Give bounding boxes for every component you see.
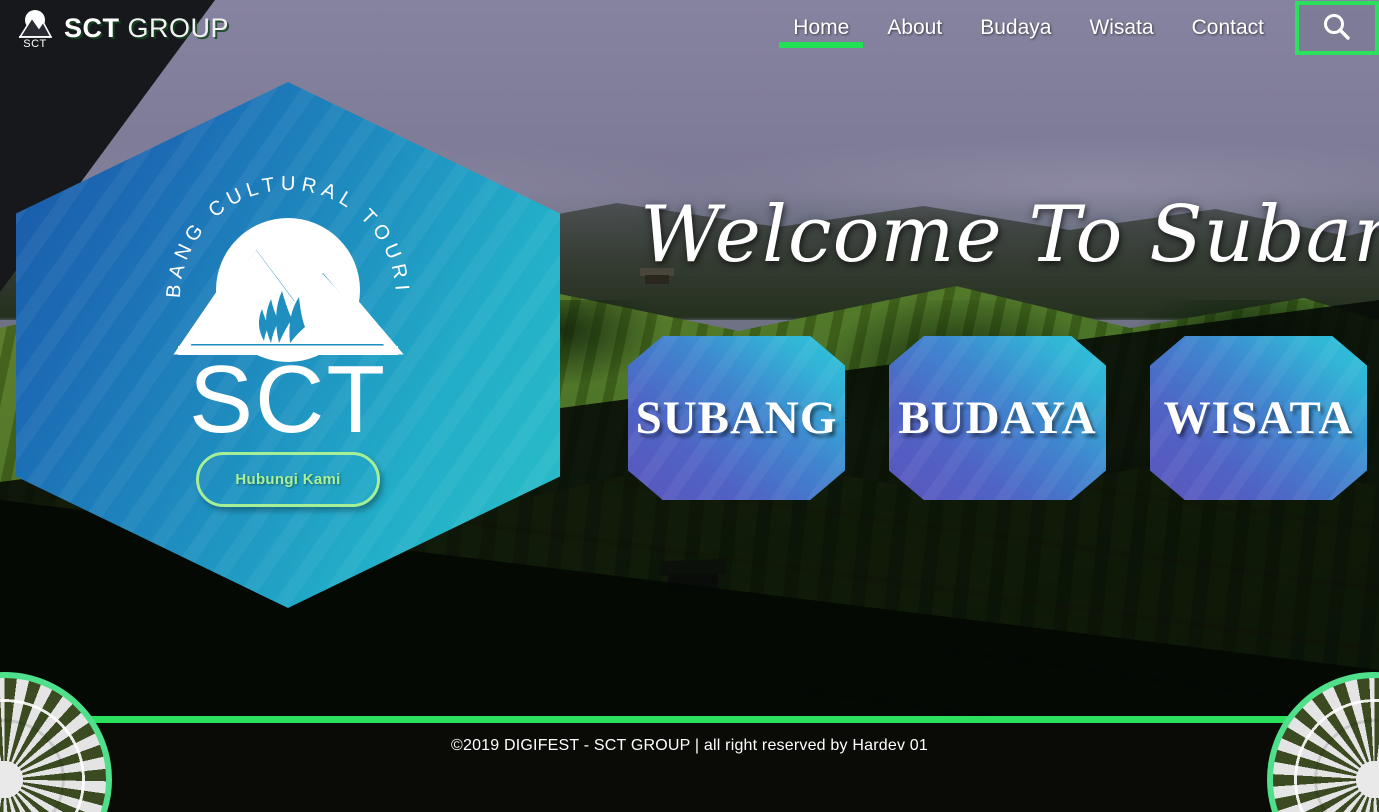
card-wisata[interactable]: WISATA — [1150, 336, 1367, 500]
nav-item-about[interactable]: About — [868, 0, 961, 56]
nav-item-budaya[interactable]: Budaya — [961, 0, 1070, 56]
site-header: SCT SCT GROUP Home About Budaya Wisata C… — [0, 0, 1379, 56]
category-card-list: SUBANG BUDAYA WISATA — [628, 336, 1368, 500]
card-subang[interactable]: SUBANG — [628, 336, 845, 500]
sct-circular-emblem-icon: SUBANG CULTURAL TOURISM SCT — [138, 138, 408, 438]
main-navigation: Home About Budaya Wisata Contact — [774, 0, 1379, 56]
site-footer: ©2019 DIGIFEST - SCT GROUP | all right r… — [0, 723, 1379, 812]
brand-primary: SCT — [64, 12, 120, 43]
hubungi-kami-button[interactable]: Hubungi Kami — [196, 452, 380, 507]
card-label: SUBANG — [635, 392, 838, 444]
nav-item-contact[interactable]: Contact — [1173, 0, 1283, 56]
nav-item-home[interactable]: Home — [774, 0, 868, 56]
page-root: SCT SCT GROUP Home About Budaya Wisata C… — [0, 0, 1379, 812]
brand-secondary: GROUP — [127, 12, 230, 43]
footer-copyright: ©2019 DIGIFEST - SCT GROUP | all right r… — [450, 737, 928, 754]
nav-item-wisata[interactable]: Wisata — [1070, 0, 1172, 56]
sct-mountain-logo-icon: SCT — [18, 10, 53, 49]
card-label: WISATA — [1163, 392, 1354, 444]
brand-logo[interactable]: SCT SCT GROUP — [16, 7, 229, 49]
emblem-monogram: SCT — [189, 346, 387, 438]
search-button[interactable] — [1295, 1, 1379, 55]
card-label: BUDAYA — [898, 392, 1097, 444]
hero-title: Welcome To Subang! — [640, 190, 1379, 280]
magnifier-icon — [1324, 14, 1350, 40]
svg-text:SCT: SCT — [23, 38, 47, 49]
brand-text: SCT GROUP — [64, 13, 229, 44]
card-budaya[interactable]: BUDAYA — [889, 336, 1106, 500]
footer-accent-rule — [0, 716, 1379, 723]
